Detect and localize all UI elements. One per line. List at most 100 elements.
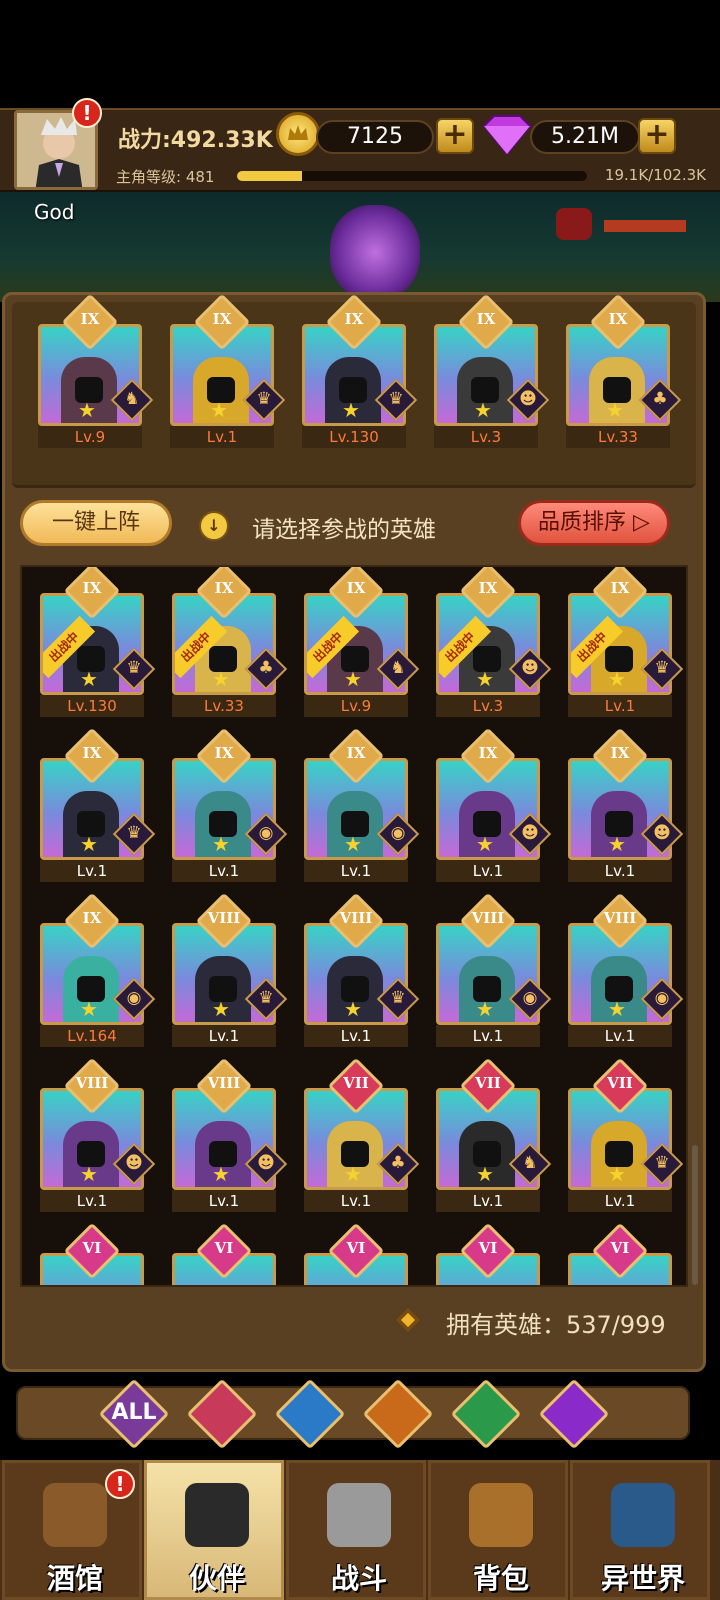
demon-faction-icon: ☻ [112,1142,156,1186]
star-icon: ★ [344,997,362,1021]
roster-scrollbar[interactable] [692,1145,698,1285]
auto-deploy-button[interactable]: 一键上阵 [20,500,172,546]
roster-hero-card[interactable]: VII ★ ♛ Lv.1 [568,1057,684,1212]
roster-hero-card[interactable]: VI [304,1222,408,1285]
rank-badge: IX [61,293,119,351]
rank-badge: VIII [195,1057,253,1115]
gold-add-button[interactable]: + [436,118,474,154]
demon-filter-button[interactable] [538,1378,610,1450]
nav-tab-backpack[interactable]: 背包 [428,1460,568,1600]
roster-hero-card[interactable]: VIII ★ ☻ Lv.1 [172,1057,288,1212]
roster-hero-card[interactable]: IX ★ ☻ Lv.1 [436,727,552,882]
hero-level: Lv.1 [172,1025,276,1047]
roster-hero-card[interactable]: VIII ★ ♛ Lv.1 [304,892,420,1047]
roster-hero-card[interactable]: VIII ★ ◉ Lv.1 [568,892,684,1047]
rank-badge: VIII [195,892,253,950]
rank-label: VII [475,1074,501,1092]
rank-label: VI [82,1239,102,1257]
human-faction-icon: ♛ [374,378,418,422]
hero-level: Lv.1 [40,1190,144,1212]
roster-hero-card[interactable]: IX ★ ◉ Lv.164 [40,892,156,1047]
nav-tab-portal[interactable]: 异世界 [570,1460,710,1600]
hero-level: Lv.1 [172,860,276,882]
faction-glyph: ☻ [125,1153,143,1173]
roster-hero-card[interactable]: VI [436,1222,540,1285]
all-filter-button[interactable]: ALL [98,1378,170,1450]
faction-glyph: ♞ [124,389,140,409]
hero-level: Lv.1 [436,860,540,882]
hero-level: Lv.33 [172,695,276,717]
rank-label: VI [478,1239,498,1257]
roster-hero-card[interactable]: 出战中 IX ★ ♞ Lv.9 [304,567,420,717]
filter-label: ALL [111,1400,157,1425]
roster-hero-card[interactable]: 出战中 IX ★ ☻ Lv.3 [436,567,552,717]
elf-filter-button[interactable] [450,1378,522,1450]
sea-creature-icon [274,1378,346,1450]
team-hero-card[interactable]: IX ★ ♛ Lv.1 [170,293,286,448]
roster-hero-card[interactable]: VI [568,1222,672,1285]
rank-badge: IX [63,727,121,785]
nav-tab-crossed-swords[interactable]: 战斗 [286,1460,426,1600]
roster-hero-card[interactable]: IX ★ ♛ Lv.1 [40,727,156,882]
rank-badge: VIII [63,1057,121,1115]
rank-label: IX [346,579,366,597]
sea-faction-icon: ◉ [508,977,552,1021]
hero-level: Lv.1 [40,860,144,882]
nav-tab-beer-mug[interactable]: 酒馆! [2,1460,142,1600]
roster-hero-card[interactable]: IX ★ ◉ Lv.1 [304,727,420,882]
team-hero-card[interactable]: IX ★ ♞ Lv.9 [38,293,154,448]
roster-hero-card[interactable]: IX ★ ◉ Lv.1 [172,727,288,882]
faction-glyph: ♛ [390,988,406,1008]
elf-icon [450,1378,522,1450]
team-hero-card[interactable]: IX ★ ♛ Lv.130 [302,293,418,448]
owned-heroes-count: 拥有英雄：537/999 [446,1311,666,1339]
faction-glyph: ☻ [519,389,537,409]
rank-label: IX [346,744,366,762]
rank-label: VI [346,1239,366,1257]
roster-hero-card[interactable]: 出战中 IX ★ ♣ Lv.33 [172,567,288,717]
faction-glyph: ◉ [258,823,274,843]
roster-hero-card[interactable]: 出战中 IX ★ ♛ Lv.1 [568,567,684,717]
hero-level-label: 主角等级: 481 [116,168,215,186]
star-icon: ★ [344,667,362,691]
beast-faction-icon: ♞ [110,378,154,422]
hero-level: Lv.1 [568,1025,672,1047]
roster-hero-card[interactable]: VII ★ ♣ Lv.1 [304,1057,420,1212]
roster-hero-card[interactable]: VIII ★ ♛ Lv.1 [172,892,288,1047]
beast-faction-icon: ♞ [376,647,420,691]
hero-level: Lv.9 [304,695,408,717]
hero-level: Lv.1 [172,1190,276,1212]
human-faction-icon: ♛ [244,977,288,1021]
gem-add-button[interactable]: + [638,118,676,154]
team-hero-card[interactable]: IX ★ ♣ Lv.33 [566,293,682,448]
roster-hero-card[interactable]: 出战中 IX ★ ♛ Lv.130 [40,567,156,717]
roster-hero-card[interactable]: VIII ★ ◉ Lv.1 [436,892,552,1047]
sea-faction-icon: ◉ [640,977,684,1021]
boss-demon-icon [556,208,592,240]
hero-level: Lv.164 [40,1025,144,1047]
team-hero-card[interactable]: IX ★ ☻ Lv.3 [434,293,550,448]
game-screen: God ! 战力:492.33K 7125 + 5.21M + 主角等级: 48… [0,0,720,1600]
avatar-alert-badge: ! [72,98,102,128]
hero-level: Lv.33 [566,426,670,448]
sea-creature-filter-button[interactable] [274,1378,346,1450]
roster-hero-card[interactable]: IX ★ ☻ Lv.1 [568,727,684,882]
sort-by-quality-button[interactable]: 品质排序 ▷ [518,500,670,546]
roster-hero-card[interactable]: VI [40,1222,144,1285]
faction-glyph: ♛ [388,389,404,409]
lion-filter-button[interactable] [362,1378,434,1450]
rank-badge: IX [63,892,121,950]
rank-badge: IX [589,293,647,351]
roster-hero-card[interactable]: VII ★ ♞ Lv.1 [436,1057,552,1212]
select-hero-hint: 请选择参战的英雄 [252,517,436,543]
rank-badge: IX [193,293,251,351]
nav-tab-companion[interactable]: 伙伴 [144,1460,284,1600]
xp-progress-text: 19.1K/102.3K [604,166,706,184]
rank-label: IX [82,579,102,597]
rank-label: VIII [75,1074,109,1092]
roster-hero-card[interactable]: VI [172,1222,276,1285]
rank-label: VI [610,1239,630,1257]
rank-label: IX [608,310,628,328]
roster-hero-card[interactable]: VIII ★ ☻ Lv.1 [40,1057,156,1212]
human-crown-filter-button[interactable] [186,1378,258,1450]
